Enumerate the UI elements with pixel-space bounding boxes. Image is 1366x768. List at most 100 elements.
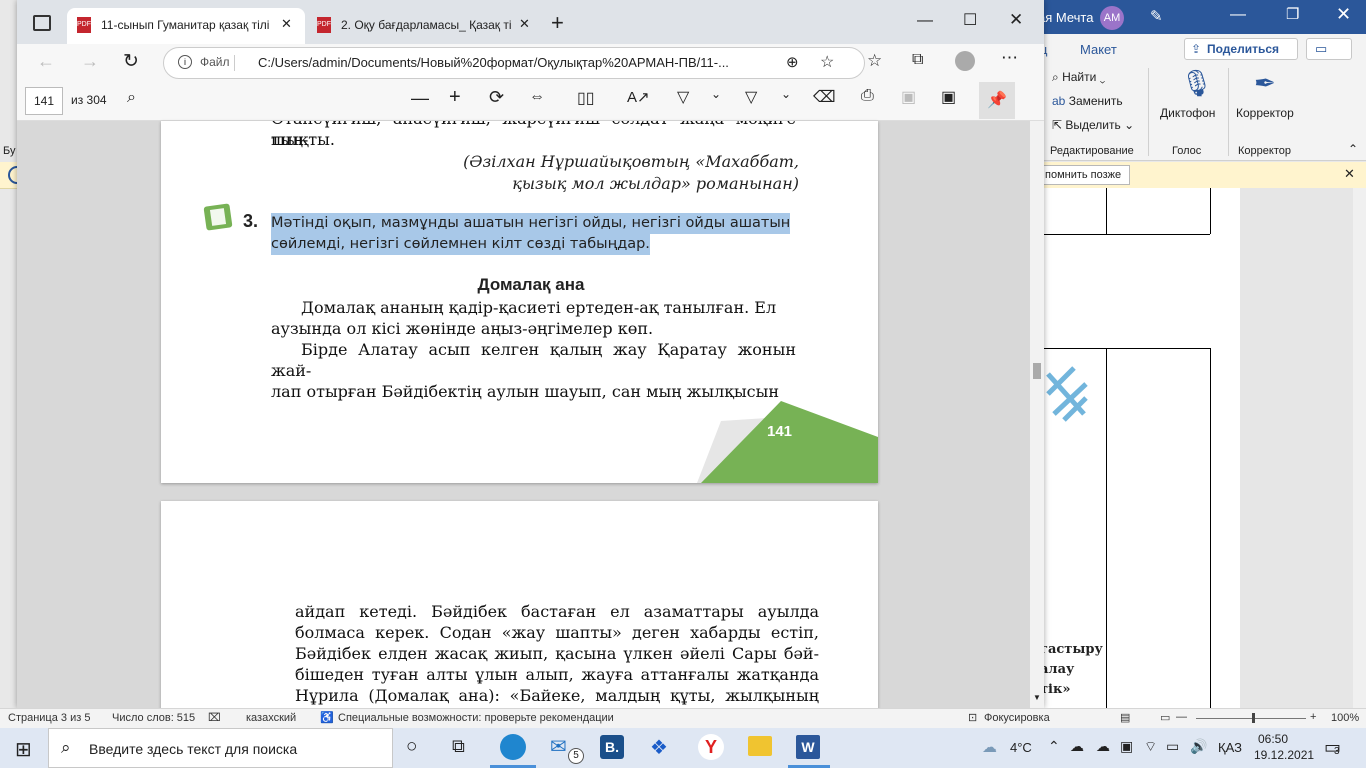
weather-icon[interactable]: ☁ [982, 738, 997, 756]
share-button[interactable]: ⇪ Поделиться [1184, 38, 1298, 60]
minimize-icon[interactable]: — [1230, 6, 1246, 24]
highlight-icon[interactable]: ▽ [745, 87, 757, 107]
find-button[interactable]: ⌕ Найти ⌄ [1052, 70, 1105, 85]
zoom-out-icon[interactable]: — [411, 88, 429, 109]
read-aloud-icon[interactable]: A↗ [627, 88, 650, 106]
chevron-down-icon[interactable]: ⌄ [711, 87, 721, 101]
maximize-icon[interactable]: ☐ [963, 10, 977, 30]
booking-icon[interactable]: B. [600, 735, 624, 759]
tab-close-icon[interactable]: ✕ [281, 16, 292, 32]
volume-icon[interactable]: 🔊 [1190, 738, 1207, 755]
scroll-down-icon[interactable]: ▼ [1033, 693, 1041, 702]
tab-close-icon[interactable]: ✕ [519, 16, 530, 32]
rotate-icon[interactable]: ⟳ [489, 87, 504, 108]
address-url[interactable]: C:/Users/admin/Documents/Новый%20формат/… [258, 55, 778, 70]
page-number-input[interactable]: 141 [25, 87, 63, 115]
clock-time[interactable]: 06:50 [1258, 732, 1288, 746]
collections-icon[interactable]: ⧉ [912, 51, 923, 69]
info-icon[interactable]: i [178, 55, 192, 69]
table-line [1106, 188, 1107, 234]
infobar-close-icon[interactable]: ✕ [1344, 166, 1355, 182]
add-favorite-icon[interactable]: ☆ [820, 52, 834, 72]
onedrive-icon[interactable]: ☁ [1070, 738, 1084, 755]
zoom-icon[interactable]: ⊕ [786, 53, 799, 71]
save-as-icon[interactable]: ▣ [941, 87, 956, 107]
accessibility-status[interactable]: Специальные возможности: проверьте реком… [338, 712, 614, 724]
eraser-icon[interactable]: ⌫ [813, 87, 836, 107]
remind-later-button[interactable]: помнить позже [1036, 165, 1131, 185]
pin-icon[interactable]: 📌 [979, 82, 1015, 119]
keyboard-language[interactable]: ҚАЗ [1218, 740, 1242, 755]
focus-mode[interactable]: Фокусировка [984, 712, 1050, 724]
windows-start-icon[interactable]: ⊞ [15, 737, 32, 762]
web-layout-icon[interactable]: ▭ [1160, 711, 1170, 724]
mail-icon[interactable]: ✉ [550, 734, 567, 759]
search-icon[interactable]: ⌕ [127, 89, 136, 107]
zoom-in-icon[interactable]: + [1310, 711, 1316, 723]
accessibility-icon[interactable]: ♿ [320, 711, 334, 724]
page-indicator[interactable]: Страница 3 из 5 [8, 712, 90, 724]
restore-icon[interactable]: ❐ [1286, 5, 1299, 23]
zoom-out-icon[interactable]: — [1176, 711, 1187, 723]
forward-icon[interactable]: → [81, 51, 99, 72]
chevron-up-icon[interactable]: ⌃ [1048, 738, 1060, 755]
pen-icon[interactable]: ✎ [1150, 7, 1163, 25]
edge-icon[interactable] [500, 734, 526, 760]
close-icon[interactable]: ✕ [1336, 4, 1351, 25]
select-button[interactable]: ⇱ Выделить ⌄ [1052, 118, 1134, 132]
cortana-icon[interactable]: ○ [406, 736, 417, 758]
pdf-scrollbar[interactable]: ▼ [1030, 121, 1044, 708]
zoom-in-icon[interactable]: + [449, 86, 461, 109]
minimize-icon[interactable]: — [917, 12, 933, 30]
back-icon[interactable]: ← [37, 51, 55, 72]
dropbox-icon[interactable]: ❖ [650, 735, 668, 760]
dictate-button[interactable]: Диктофон [1160, 106, 1215, 120]
draw-icon[interactable]: ▽ [677, 87, 689, 107]
word-icon[interactable]: W [796, 735, 820, 759]
refresh-icon[interactable]: ↻ [123, 50, 139, 73]
battery-icon[interactable]: ▭ [1166, 738, 1179, 755]
zoom-level[interactable]: 100% [1331, 712, 1359, 724]
close-icon[interactable]: ✕ [1009, 10, 1023, 30]
comments-button[interactable]: ▭ [1306, 38, 1352, 60]
tab-actions-icon[interactable] [33, 15, 51, 31]
zoom-slider-thumb[interactable] [1252, 713, 1255, 723]
task-view-icon[interactable]: ⧉ [452, 736, 465, 757]
fit-width-icon[interactable]: ⇔ [529, 88, 545, 106]
microphone-icon[interactable]: 🎙 [1180, 68, 1213, 99]
editor-pen-icon[interactable]: ✒ [1254, 68, 1276, 99]
collapse-ribbon-icon[interactable]: ⌃ [1348, 142, 1358, 156]
proofing-icon[interactable]: ⌧ [208, 711, 221, 724]
new-tab-icon[interactable]: + [551, 10, 564, 36]
word-count[interactable]: Число слов: 515 [112, 712, 195, 724]
replace-button[interactable]: ab Заменить [1052, 94, 1123, 108]
language-indicator[interactable]: казахский [246, 712, 296, 724]
clock-date[interactable]: 19.12.2021 [1254, 748, 1314, 762]
temperature[interactable]: 4°C [1010, 740, 1032, 755]
editor-button[interactable]: Корректор [1236, 106, 1294, 120]
wifi-icon[interactable]: ⌔ [1144, 738, 1157, 756]
tab-pdf-active[interactable]: PDF 11-сынып Гуманитар қазақ тілі ✕ [67, 8, 305, 44]
cloud-icon[interactable]: ☁ [1096, 738, 1110, 755]
tab-layout[interactable]: Макет [1080, 42, 1117, 57]
tray-app-icon[interactable]: ▣ [1120, 738, 1133, 755]
favorites-icon[interactable]: ☆ [867, 51, 882, 71]
file-explorer-icon[interactable] [748, 736, 772, 756]
scroll-thumb[interactable] [1033, 363, 1041, 379]
chevron-down-icon[interactable]: ⌄ [781, 87, 791, 101]
avatar[interactable]: AM [1100, 6, 1124, 30]
profile-icon[interactable] [955, 51, 975, 71]
print-icon[interactable]: ⎙ [861, 87, 874, 105]
zoom-slider[interactable] [1196, 713, 1306, 723]
table-line [1040, 234, 1210, 235]
page-view-icon[interactable]: ▯▯ [577, 88, 595, 108]
word-scrollbar[interactable] [1353, 188, 1366, 708]
focus-icon[interactable]: ⊡ [968, 711, 977, 724]
tab-pdf-2[interactable]: PDF 2. Оқу бағдарламасы_ Қазақ тіл ✕ [307, 8, 543, 44]
print-layout-icon[interactable]: ▤ [1120, 711, 1130, 724]
address-bar[interactable]: i Файл C:/Users/admin/Documents/Новый%20… [163, 47, 865, 79]
save-icon[interactable]: ▣ [901, 87, 916, 107]
more-icon[interactable]: ⋯ [1001, 48, 1018, 68]
yandex-icon[interactable]: Y [698, 734, 724, 760]
search-box[interactable]: ⌕ Введите здесь текст для поиска [48, 728, 393, 768]
